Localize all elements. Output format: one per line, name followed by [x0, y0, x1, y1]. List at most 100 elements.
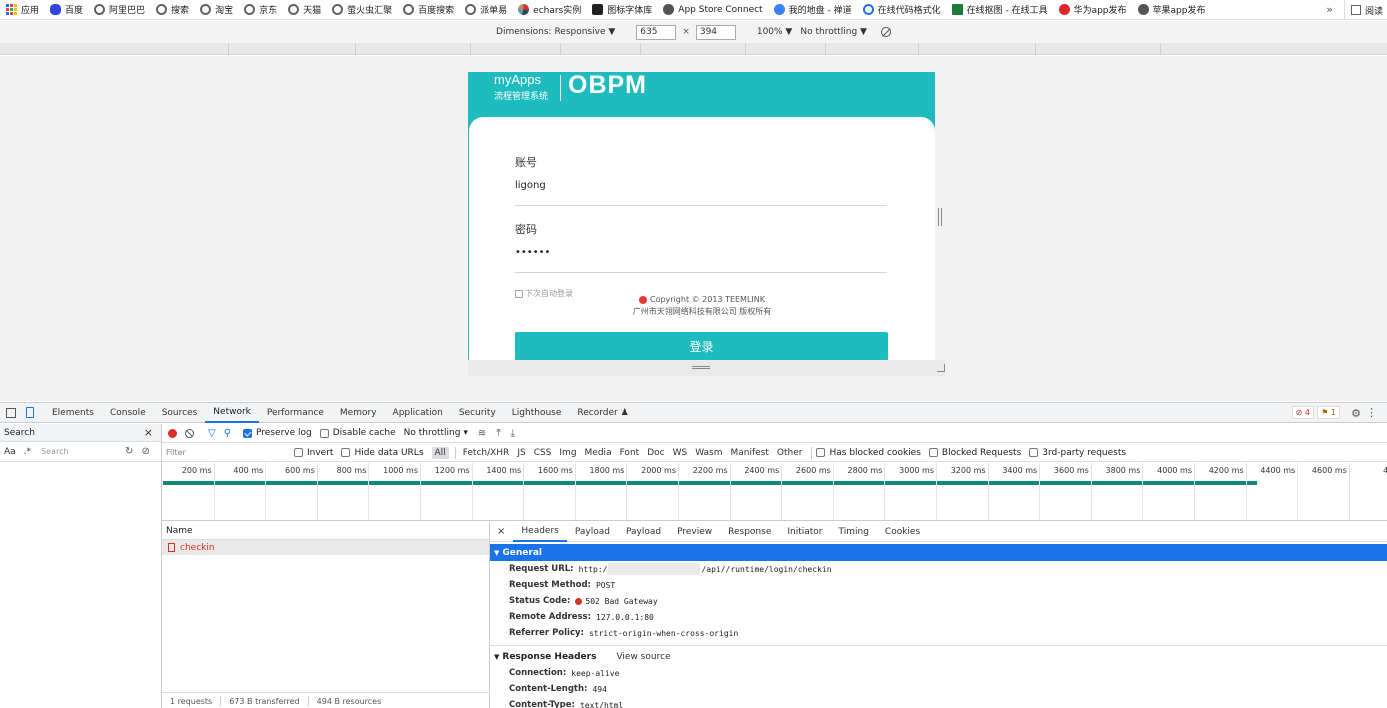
- details-tab[interactable]: Preview: [669, 522, 720, 542]
- ruler-segment[interactable]: [560, 43, 561, 55]
- network-conditions-icon[interactable]: ≋: [478, 428, 486, 439]
- search-network-icon[interactable]: ⚲: [224, 428, 231, 439]
- record-icon[interactable]: [168, 428, 177, 438]
- ruler-segment[interactable]: [825, 43, 826, 55]
- details-tab[interactable]: Payload: [567, 522, 618, 542]
- bookmark-item[interactable]: 华为app发布: [1058, 3, 1127, 16]
- filter-type-button[interactable]: Fetch/XHR: [460, 447, 513, 459]
- zoom-select[interactable]: 100% ▼: [757, 27, 793, 37]
- account-input[interactable]: ligong: [515, 180, 546, 191]
- filter-type-button[interactable]: All: [431, 446, 449, 459]
- password-input[interactable]: ••••••: [515, 247, 550, 258]
- filter-icon[interactable]: ▽: [208, 428, 216, 439]
- media-query-ruler[interactable]: [0, 43, 1387, 55]
- device-toggle-icon[interactable]: [26, 407, 34, 418]
- device-bottom-resizer[interactable]: [468, 360, 945, 376]
- response-headers-section-header[interactable]: ▼ Response Headers View source: [490, 648, 1387, 665]
- ruler-segment[interactable]: [745, 43, 746, 55]
- remember-checkbox-box[interactable]: [515, 289, 523, 298]
- viewport-width-input[interactable]: 635: [636, 24, 677, 40]
- bookmark-item[interactable]: 派单易: [465, 3, 507, 16]
- bookmark-item[interactable]: 萤火虫汇聚: [332, 3, 392, 16]
- ruler-segment[interactable]: [1035, 43, 1036, 55]
- bookmark-item[interactable]: 百度: [50, 3, 83, 16]
- bookmark-item[interactable]: 在线代码格式化: [862, 3, 941, 16]
- details-tab[interactable]: Payload: [618, 522, 669, 542]
- filter-type-button[interactable]: Font: [617, 447, 643, 459]
- search-input[interactable]: Search: [39, 445, 117, 459]
- filter-type-button[interactable]: Other: [774, 447, 806, 459]
- device-right-resizer[interactable]: [935, 72, 945, 360]
- filter-type-button[interactable]: Manifest: [728, 447, 772, 459]
- request-row[interactable]: checkin: [162, 540, 489, 555]
- inspect-element-icon[interactable]: [6, 407, 16, 418]
- details-tab[interactable]: Response: [720, 522, 779, 542]
- bookmark-item[interactable]: 搜索: [156, 3, 189, 16]
- refresh-search-icon[interactable]: ↻: [125, 446, 133, 457]
- warnings-badge[interactable]: ⚑ 1: [1317, 406, 1340, 419]
- bookmark-item[interactable]: 天猫: [288, 3, 321, 16]
- bookmark-item[interactable]: 我的地盘 - 禅道: [773, 3, 852, 16]
- name-column-header[interactable]: Name: [162, 522, 489, 540]
- invert-checkbox[interactable]: Invert: [294, 448, 333, 458]
- login-button[interactable]: 登录: [515, 332, 888, 360]
- close-details-icon[interactable]: ×: [497, 526, 505, 537]
- import-har-icon[interactable]: ⤒: [496, 428, 500, 439]
- filter-type-button[interactable]: CSS: [531, 447, 555, 459]
- network-overview-timeline[interactable]: 200 ms 400 ms 600 ms 800 ms 1000 ms 1200 ms 14…: [162, 463, 1387, 521]
- ruler-segment[interactable]: [1160, 43, 1161, 55]
- details-tab[interactable]: Cookies: [877, 522, 928, 542]
- device-corner-resizer[interactable]: [937, 364, 945, 372]
- clear-log-icon[interactable]: [185, 428, 194, 438]
- details-tab[interactable]: Timing: [831, 522, 877, 542]
- export-har-icon[interactable]: ⤓: [511, 428, 515, 439]
- match-case-toggle[interactable]: Aa: [4, 447, 16, 457]
- filter-type-button[interactable]: Wasm: [692, 447, 725, 459]
- hide-data-urls-checkbox[interactable]: Hide data URLs: [341, 448, 424, 458]
- reading-list-button[interactable]: 阅读: [1343, 0, 1383, 20]
- devtools-tab[interactable]: Application: [385, 403, 451, 423]
- remember-me-checkbox[interactable]: 下次自动登录: [515, 288, 573, 299]
- devtools-tab[interactable]: Security: [451, 403, 504, 423]
- viewport-height-input[interactable]: 394: [695, 24, 736, 40]
- devtools-tab[interactable]: Memory: [332, 403, 385, 423]
- devtools-tab[interactable]: Performance: [259, 403, 332, 423]
- filter-input[interactable]: Filter: [166, 446, 284, 460]
- third-party-checkbox[interactable]: 3rd-party requests: [1029, 448, 1126, 458]
- ruler-segment[interactable]: [355, 43, 356, 55]
- view-source-link[interactable]: View source: [616, 652, 670, 662]
- filter-type-button[interactable]: Media: [582, 447, 615, 459]
- device-throttling-select[interactable]: No throttling ▼: [800, 27, 867, 37]
- devtools-tab[interactable]: Sources: [154, 403, 206, 423]
- details-tab[interactable]: Headers: [513, 522, 567, 542]
- details-tab[interactable]: Initiator: [779, 522, 830, 542]
- disable-cache-checkbox[interactable]: Disable cache: [319, 428, 396, 438]
- devtools-tab[interactable]: Console: [102, 403, 154, 423]
- bookmark-item[interactable]: echars实例: [518, 3, 581, 16]
- devtools-tab[interactable]: Elements: [44, 403, 102, 423]
- ruler-segment[interactable]: [470, 43, 471, 55]
- bookmark-item[interactable]: 百度搜索: [403, 3, 454, 16]
- bookmark-item[interactable]: 京东: [244, 3, 277, 16]
- ruler-segment[interactable]: [918, 43, 919, 55]
- filter-type-button[interactable]: Doc: [644, 447, 667, 459]
- rotate-icon[interactable]: [880, 27, 891, 37]
- general-section-header[interactable]: ▼ General: [490, 544, 1387, 561]
- bookmark-item[interactable]: 苹果app发布: [1137, 3, 1205, 16]
- ruler-segment[interactable]: [228, 43, 229, 55]
- errors-badge[interactable]: ⊘ 4: [1291, 406, 1314, 419]
- preserve-log-checkbox[interactable]: Preserve log: [243, 428, 312, 438]
- bookmarks-more-button[interactable]: »: [1326, 3, 1333, 16]
- bookmark-item[interactable]: 图标字体库: [592, 3, 652, 16]
- filter-type-button[interactable]: JS: [514, 447, 528, 459]
- clear-search-icon[interactable]: ⊘: [141, 446, 149, 457]
- devtools-tab[interactable]: Network: [205, 403, 259, 423]
- regex-toggle[interactable]: .*: [24, 447, 31, 457]
- ruler-segment[interactable]: [640, 43, 641, 55]
- network-throttling-select[interactable]: No throttling ▾: [404, 428, 468, 438]
- bookmark-item[interactable]: 应用: [6, 3, 39, 16]
- more-options-icon[interactable]: ⋮: [1366, 406, 1377, 419]
- close-search-icon[interactable]: ×: [144, 426, 153, 439]
- bookmark-item[interactable]: App Store Connect: [663, 4, 763, 15]
- blocked-requests-checkbox[interactable]: Blocked Requests: [928, 448, 1021, 458]
